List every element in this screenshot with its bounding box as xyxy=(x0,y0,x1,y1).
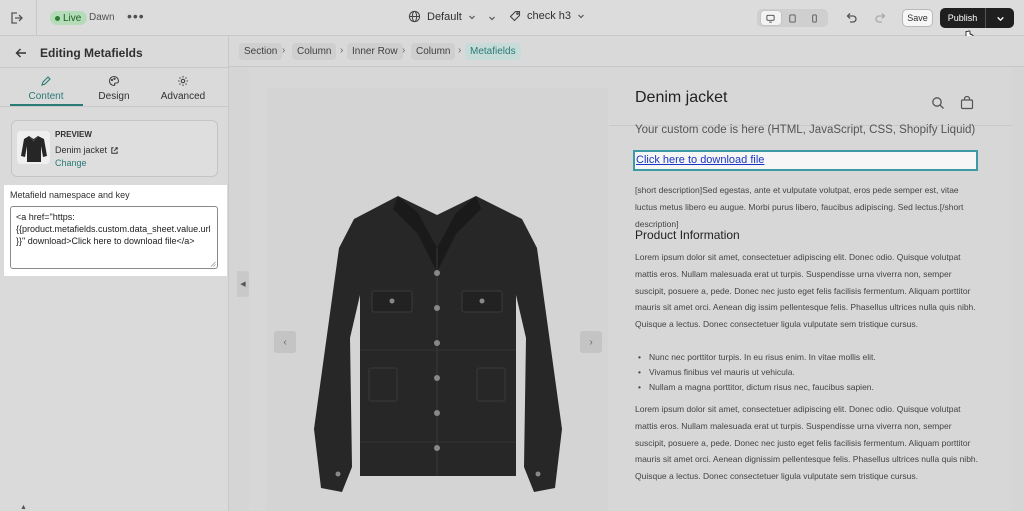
chevron-up-icon[interactable]: ▲ xyxy=(20,504,27,511)
metafield-field-highlight: Metafield namespace and key <a href="htt… xyxy=(4,185,227,276)
chevron-down-icon xyxy=(996,16,1004,21)
divider xyxy=(0,67,229,68)
metafield-input[interactable]: <a href="https: {{product.metafields.cus… xyxy=(10,206,218,269)
divider xyxy=(36,0,37,36)
header-icons xyxy=(931,96,974,110)
metafield-label: Metafield namespace and key xyxy=(10,190,130,200)
status-dot xyxy=(55,15,60,21)
page-label: check h3 xyxy=(527,10,572,22)
mobile-icon[interactable] xyxy=(804,11,824,25)
desktop-icon[interactable] xyxy=(760,11,781,25)
product-image: ‹ › xyxy=(266,88,608,511)
download-file-link[interactable]: Click here to download file xyxy=(636,154,764,166)
device-toggle xyxy=(757,9,828,27)
back-arrow-icon[interactable] xyxy=(14,46,28,60)
theme-name: Dawn xyxy=(89,12,115,23)
tablet-icon[interactable] xyxy=(782,11,802,25)
custom-code-text: Your custom code is here (HTML, JavaScri… xyxy=(635,124,976,136)
page-selector[interactable]: check h3 xyxy=(509,10,585,22)
preview-product-name: Denim jacket xyxy=(55,145,108,155)
description-paragraph: Lorem ipsum dolor sit amet, consectetuer… xyxy=(635,404,979,482)
publish-options-button[interactable] xyxy=(985,8,1014,28)
breadcrumb-metafields[interactable]: Metafields xyxy=(465,43,521,60)
list-item: Nullam a magna porttitor, dictum risus n… xyxy=(635,380,981,395)
save-button[interactable]: Save xyxy=(902,9,933,27)
list-item: Vivamus finibus vel mauris ut vehicula. xyxy=(635,365,981,380)
globe-icon xyxy=(408,10,421,23)
description-bullets: Nunc nec porttitor turpis. In eu risus e… xyxy=(635,350,981,395)
tab-design[interactable]: Design xyxy=(79,75,149,102)
template-label: Default xyxy=(427,10,462,23)
list-item: Nunc nec porttitor turpis. In eu risus e… xyxy=(635,350,981,365)
collapse-sidebar-button[interactable]: ◀ xyxy=(237,271,249,297)
preview-canvas: Section › Column › Inner Row › Column › … xyxy=(229,36,1024,511)
preview-label: PREVIEW xyxy=(55,130,92,139)
chevron-down-icon xyxy=(578,14,584,19)
next-image-button[interactable]: › xyxy=(580,331,602,353)
breadcrumb-column[interactable]: Column xyxy=(411,43,456,60)
exit-icon[interactable] xyxy=(8,10,24,26)
product-thumbnail xyxy=(17,131,50,164)
product-preview-card: PREVIEW Denim jacket Change xyxy=(11,120,218,177)
breadcrumb-inner-row[interactable]: Inner Row xyxy=(347,43,403,60)
breadcrumb-section[interactable]: Section xyxy=(239,43,283,60)
selected-metafield-block[interactable]: Click here to download file xyxy=(633,150,978,171)
palette-icon xyxy=(108,75,120,87)
publish-button-group: Publish xyxy=(940,8,1014,28)
chevron-right-icon: › xyxy=(402,45,406,56)
live-label: Live xyxy=(63,12,82,24)
product-title: Denim jacket xyxy=(635,89,728,106)
short-description: [short description]Sed egestas, ante et … xyxy=(635,185,964,229)
change-product-link[interactable]: Change xyxy=(55,158,87,168)
tag-icon xyxy=(509,10,521,22)
live-badge: Live xyxy=(50,11,88,25)
tab-advanced[interactable]: Advanced xyxy=(148,75,218,102)
chevron-right-icon: › xyxy=(458,45,462,56)
settings-sidebar: Editing Metafields Content Design Advanc… xyxy=(0,36,229,511)
undo-icon[interactable] xyxy=(843,10,859,26)
divider xyxy=(0,106,229,107)
tab-label: Design xyxy=(98,91,130,102)
previous-image-button[interactable]: ‹ xyxy=(274,331,296,353)
tab-label: Advanced xyxy=(160,91,206,102)
search-icon[interactable] xyxy=(931,96,945,110)
resize-handle-icon[interactable] xyxy=(210,261,216,267)
tab-label: Content xyxy=(28,91,64,102)
chevron-right-icon: › xyxy=(282,45,286,56)
breadcrumb: Section › Column › Inner Row › Column › … xyxy=(229,36,1024,67)
breadcrumb-column[interactable]: Column xyxy=(292,43,337,60)
tab-content[interactable]: Content xyxy=(11,75,81,102)
external-link-icon xyxy=(111,146,118,154)
chevron-down-icon xyxy=(488,14,496,24)
product-information-heading: Product Information xyxy=(635,228,740,242)
publish-button[interactable]: Publish xyxy=(940,8,985,28)
gear-icon xyxy=(178,76,188,86)
preview-product-link[interactable]: Denim jacket xyxy=(55,145,119,155)
redo-icon[interactable] xyxy=(873,10,889,26)
chevron-down-icon xyxy=(468,15,475,19)
more-actions-button[interactable]: ••• xyxy=(127,8,145,24)
top-bar: Live Dawn ••• Default check h3 Save Publ… xyxy=(0,0,1024,44)
panel-title: Editing Metafields xyxy=(40,46,143,60)
description-paragraph: Lorem ipsum dolor sit amet, consectetuer… xyxy=(635,252,976,330)
pencil-icon xyxy=(41,76,51,86)
cart-icon[interactable] xyxy=(960,96,974,110)
template-selector[interactable]: Default xyxy=(408,10,476,23)
store-page-preview: ‹ › Denim jacket Your custom code is her… xyxy=(249,67,1012,511)
chevron-right-icon: › xyxy=(340,45,344,56)
